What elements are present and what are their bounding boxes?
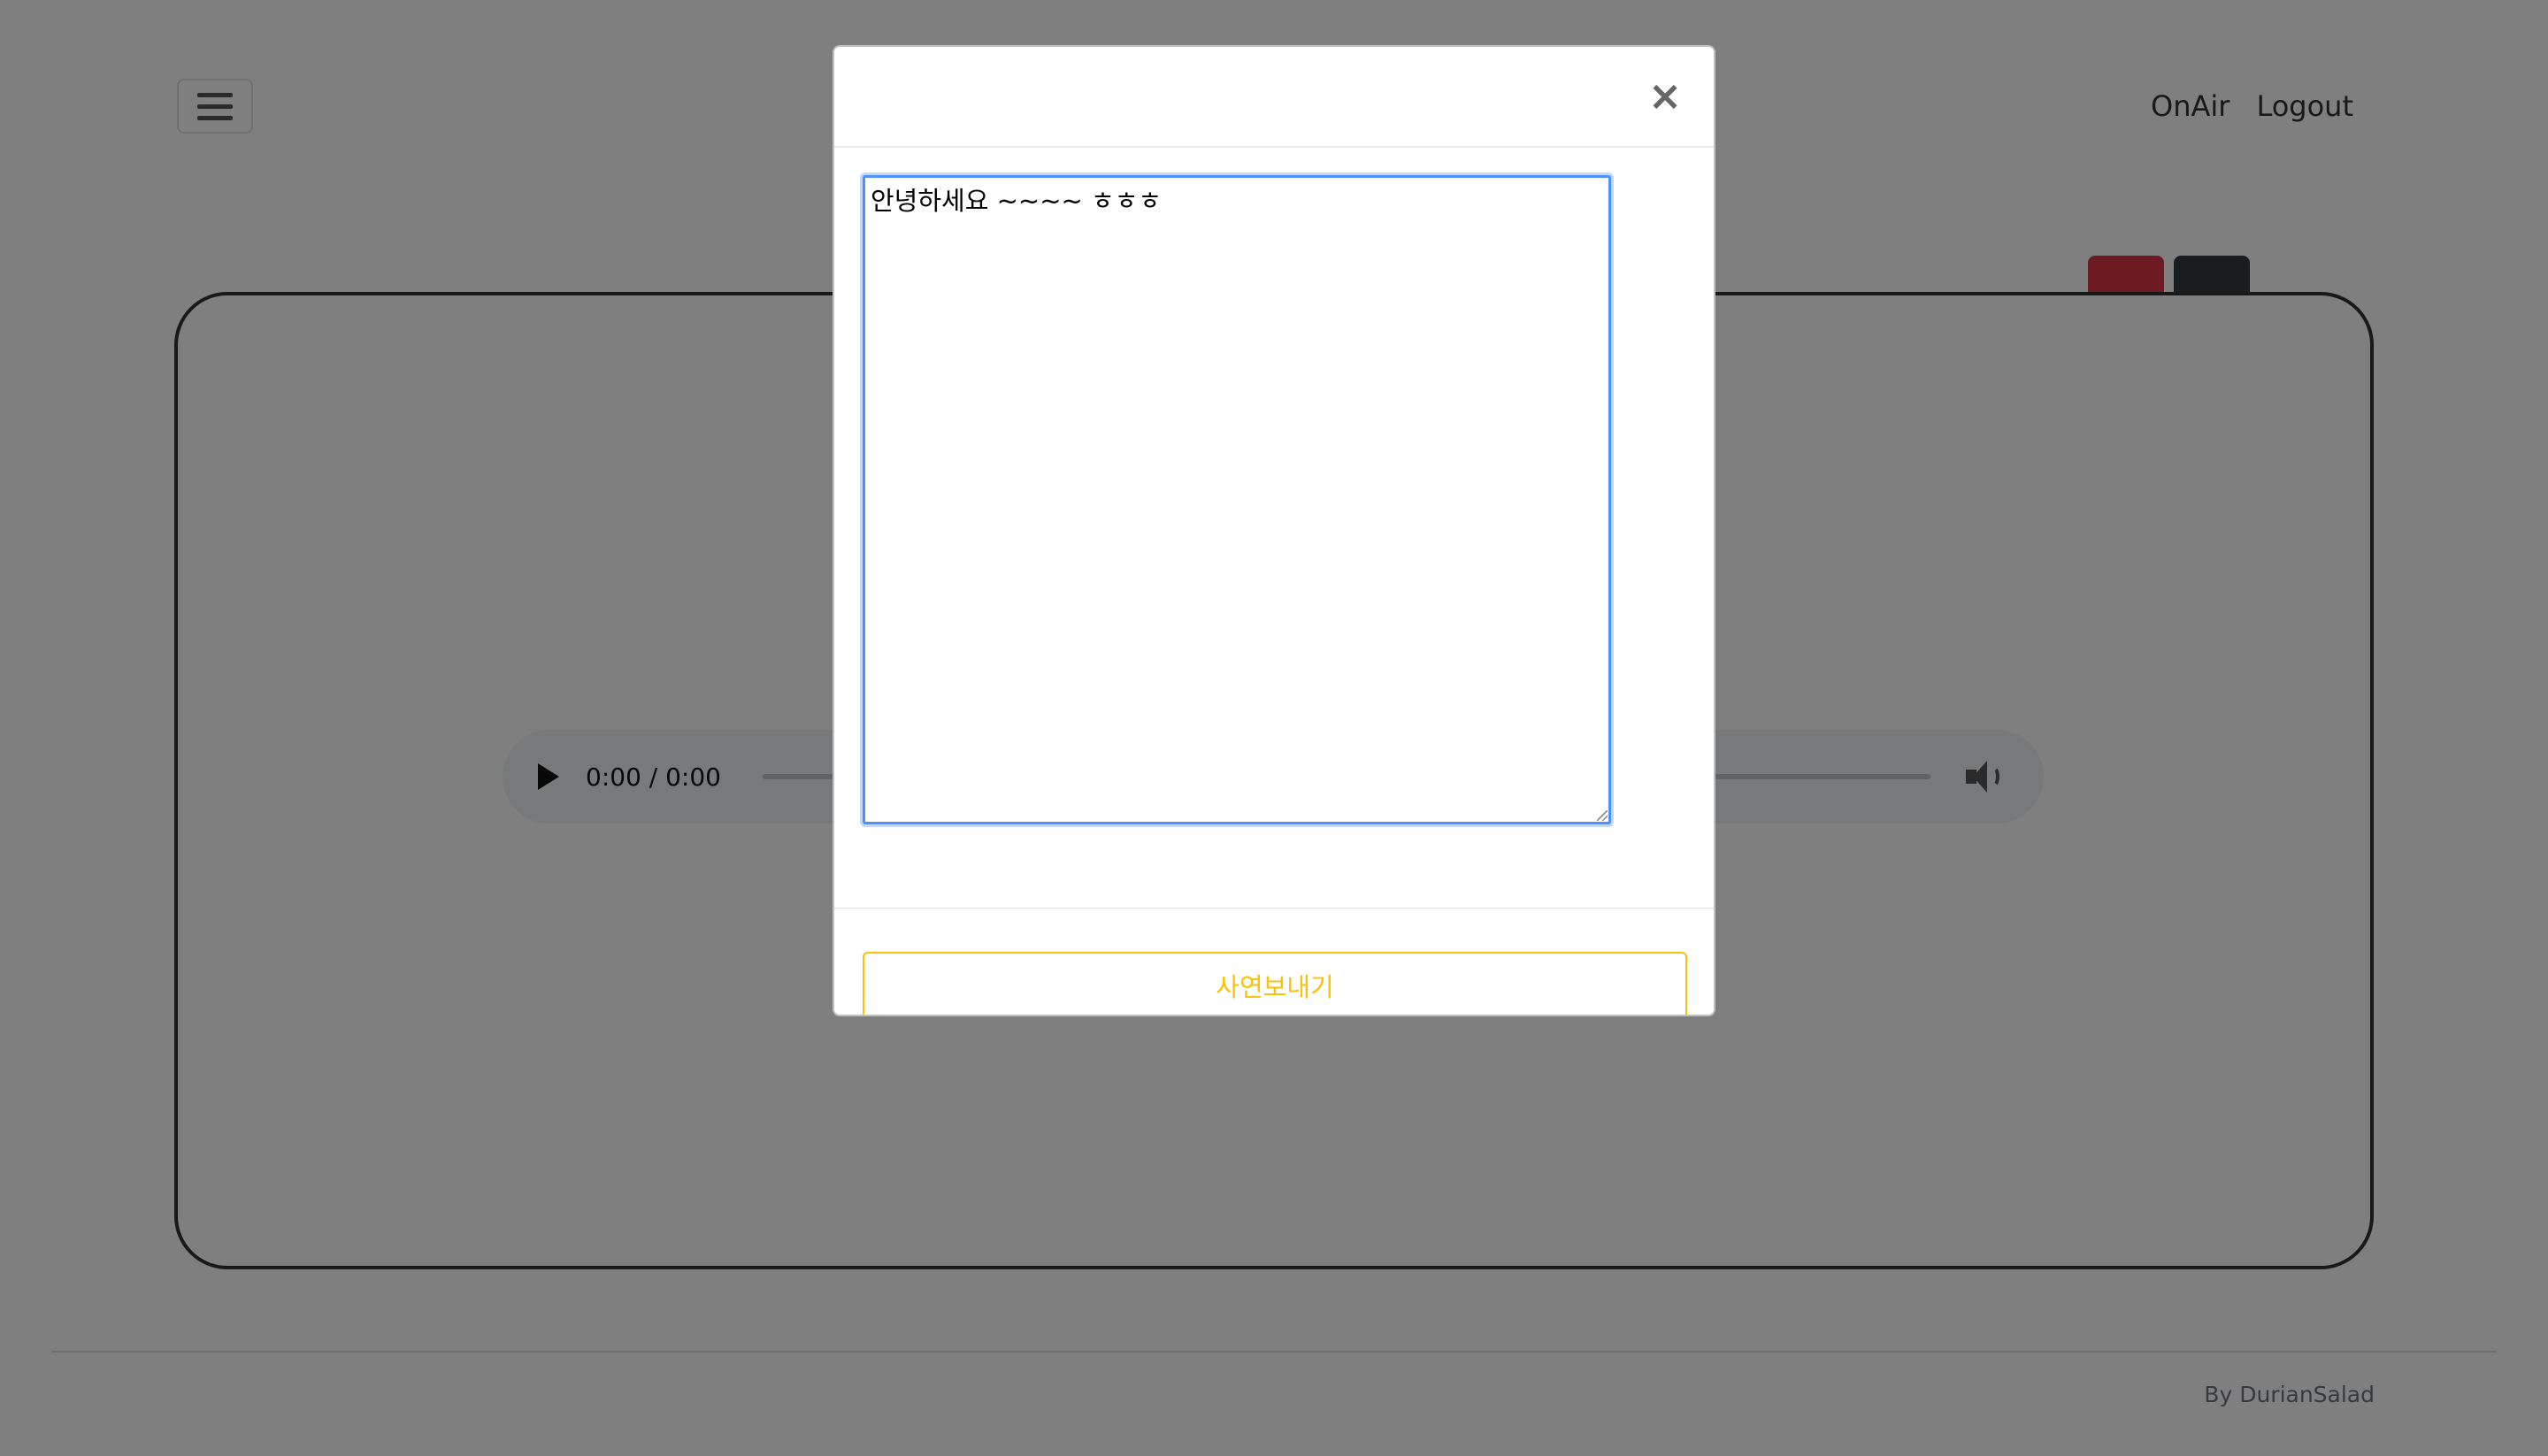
story-modal: × 안녕하세요 ~~~~ ㅎㅎㅎ 사연보내기 [833, 45, 1715, 1016]
modal-footer: 사연보내기 [834, 909, 1714, 1015]
close-button[interactable]: × [1643, 73, 1687, 118]
modal-body: 안녕하세요 ~~~~ ㅎㅎㅎ [834, 148, 1714, 909]
modal-header: × [834, 47, 1714, 148]
send-story-button[interactable]: 사연보내기 [863, 952, 1687, 1015]
close-icon: × [1647, 72, 1683, 119]
resize-grip-icon[interactable] [1597, 810, 1608, 821]
story-textarea[interactable]: 안녕하세요 ~~~~ ㅎㅎㅎ [863, 175, 1611, 824]
